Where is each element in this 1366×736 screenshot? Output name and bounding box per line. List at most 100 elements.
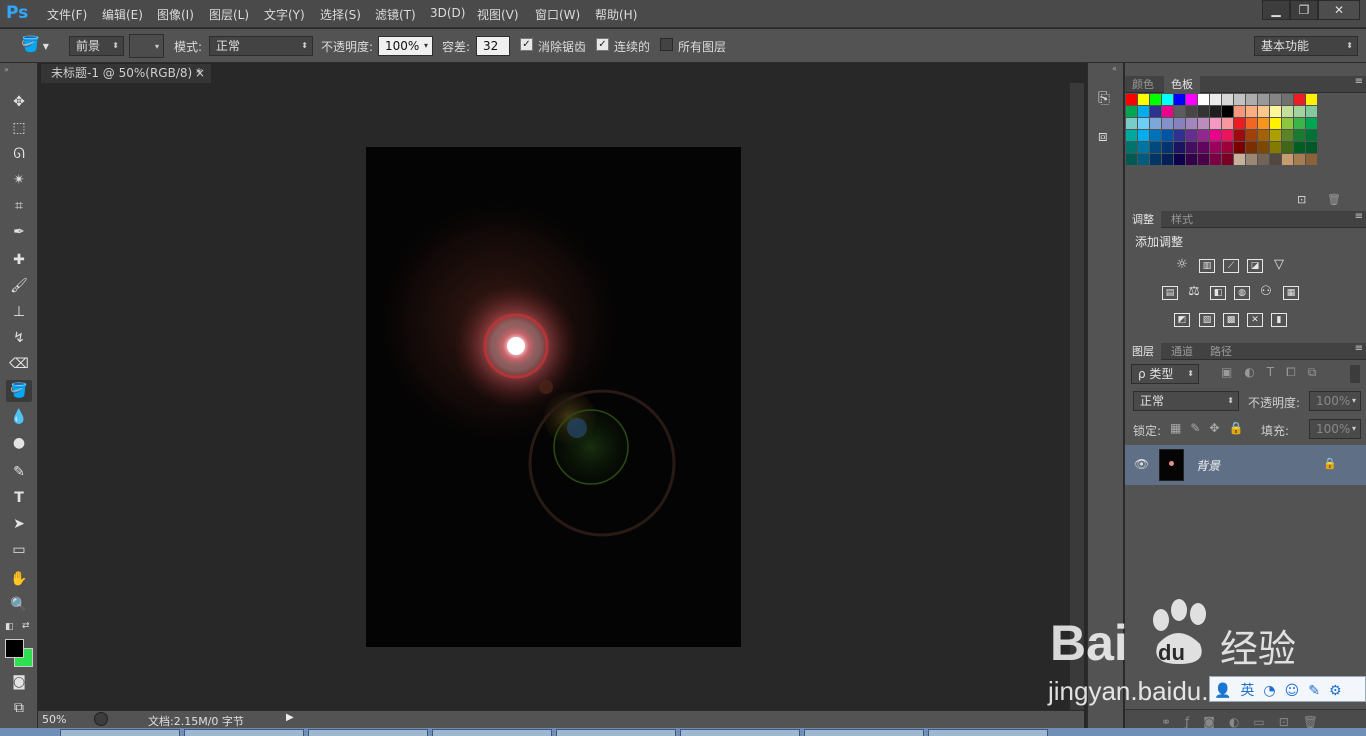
color-swatch[interactable] (1174, 142, 1185, 153)
taskbar-item[interactable] (556, 729, 676, 736)
taskbar-item[interactable] (804, 729, 924, 736)
color-swatch[interactable] (1306, 106, 1317, 117)
gradient-map-icon[interactable]: ▮ (1271, 313, 1287, 327)
posterize-icon[interactable]: ▨ (1199, 313, 1215, 327)
lasso-tool-icon[interactable]: ᘏ (6, 143, 32, 165)
color-swatch[interactable] (1210, 130, 1221, 141)
workspace-select[interactable]: 基本功能 ⬍ (1254, 36, 1358, 56)
color-swatch[interactable] (1270, 106, 1281, 117)
opacity-input[interactable]: 100% ▾ (378, 36, 433, 56)
menu-select[interactable]: 选择(S) (320, 6, 361, 23)
black-white-icon[interactable]: ◧ (1210, 286, 1226, 300)
color-swatch[interactable] (1210, 106, 1221, 117)
color-swatch[interactable] (1282, 106, 1293, 117)
color-swatch[interactable] (1162, 106, 1173, 117)
color-swatch[interactable] (1258, 142, 1269, 153)
color-swatch[interactable] (1234, 154, 1245, 165)
restore-button[interactable]: ❐ (1290, 0, 1318, 20)
color-swatch[interactable] (1162, 94, 1173, 105)
taskbar-item[interactable] (184, 729, 304, 736)
color-swatch[interactable] (1222, 106, 1233, 117)
color-swatch[interactable] (1270, 118, 1281, 129)
color-swatch[interactable] (1186, 94, 1197, 105)
filter-toggle[interactable] (1350, 365, 1360, 383)
color-swatch[interactable] (1162, 142, 1173, 153)
menu-file[interactable]: 文件(F) (47, 6, 87, 23)
ime-icons[interactable]: 👤英◔☺✎⚙ (1214, 680, 1351, 700)
zoom-tool-icon[interactable]: 🔍 (6, 594, 32, 616)
tab-swatches[interactable]: 色板 (1164, 76, 1200, 93)
color-swatch[interactable] (1294, 106, 1305, 117)
color-swatch[interactable] (1222, 154, 1233, 165)
color-swatch[interactable] (1210, 94, 1221, 105)
selective-color-icon[interactable]: ✕ (1247, 313, 1263, 327)
zoom-level[interactable]: 50% (42, 713, 66, 726)
tab-styles[interactable]: 样式 (1164, 211, 1200, 228)
vibrance-icon[interactable]: ▽ (1271, 258, 1287, 273)
rectangle-tool-icon[interactable]: ▭ (6, 539, 32, 561)
color-swatch[interactable] (1270, 130, 1281, 141)
taskbar-item[interactable] (432, 729, 552, 736)
quick-mask-icon[interactable]: ◙ (6, 671, 32, 693)
color-swatch[interactable] (1282, 118, 1293, 129)
color-swatch[interactable] (1126, 118, 1137, 129)
color-swatch[interactable] (1138, 118, 1149, 129)
color-swatch[interactable] (1234, 130, 1245, 141)
color-swatch[interactable] (1138, 154, 1149, 165)
color-swatch[interactable] (1174, 130, 1185, 141)
collapse-icon[interactable]: » (4, 65, 9, 74)
color-swatch[interactable] (1246, 118, 1257, 129)
eraser-tool-icon[interactable]: ⌫ (6, 353, 32, 375)
color-swatch[interactable] (1258, 106, 1269, 117)
color-swatch[interactable] (1186, 142, 1197, 153)
color-swatch[interactable] (1294, 118, 1305, 129)
color-swatch[interactable] (1306, 118, 1317, 129)
taskbar-item[interactable] (60, 729, 180, 736)
color-swatch[interactable] (1222, 94, 1233, 105)
color-swatch[interactable] (1162, 118, 1173, 129)
color-swatch[interactable] (1198, 106, 1209, 117)
move-tool-icon[interactable]: ✥ (6, 91, 32, 113)
color-swatch[interactable] (1126, 94, 1137, 105)
menu-filter[interactable]: 滤镜(T) (375, 6, 416, 23)
tab-adjustments[interactable]: 调整 (1125, 211, 1161, 228)
color-swatch[interactable] (1246, 106, 1257, 117)
color-lookup-icon[interactable]: ▦ (1283, 286, 1299, 300)
invert-icon[interactable]: ◩ (1174, 313, 1190, 327)
layer-opacity-input[interactable]: 100% ▾ (1309, 391, 1361, 411)
taskbar-item[interactable] (308, 729, 428, 736)
color-swatch[interactable] (1198, 130, 1209, 141)
trash-icon[interactable]: 🗑 (1327, 193, 1341, 206)
menu-window[interactable]: 窗口(W) (535, 6, 580, 23)
path-selection-tool-icon[interactable]: ➤ (6, 513, 32, 535)
layer-filter-select[interactable]: ρ 类型 ⬍ (1131, 364, 1199, 384)
swap-colors-icon[interactable]: ⇄ (22, 621, 30, 631)
tab-layers[interactable]: 图层 (1125, 343, 1161, 360)
color-swatch[interactable] (1222, 142, 1233, 153)
color-swatch[interactable] (1126, 142, 1137, 153)
threshold-icon[interactable]: ▩ (1223, 313, 1239, 327)
color-swatch[interactable] (1282, 130, 1293, 141)
color-swatch[interactable] (1282, 154, 1293, 165)
color-swatch[interactable] (1138, 106, 1149, 117)
play-arrow-icon[interactable]: ▶ (286, 712, 294, 723)
photo-filter-icon[interactable]: ◍ (1234, 286, 1250, 300)
history-brush-tool-icon[interactable]: ↯ (6, 327, 32, 349)
color-swatch[interactable] (1126, 130, 1137, 141)
curves-icon[interactable]: ⟋ (1223, 259, 1239, 273)
color-swatch[interactable] (1198, 154, 1209, 165)
color-swatch[interactable] (1306, 94, 1317, 105)
close-button[interactable]: ✕ (1318, 0, 1360, 20)
color-swatch[interactable] (1210, 154, 1221, 165)
blur-tool-icon[interactable]: 💧 (6, 406, 32, 428)
brush-tool-icon[interactable]: 🖌 (6, 275, 32, 297)
taskbar-item[interactable] (928, 729, 1048, 736)
levels-icon[interactable]: ▥ (1199, 259, 1215, 273)
color-swatch[interactable] (1162, 154, 1173, 165)
status-icon[interactable] (94, 712, 108, 726)
color-swatch[interactable] (1270, 154, 1281, 165)
minimize-button[interactable]: ▁ (1262, 0, 1290, 20)
layer-fill-input[interactable]: 100% ▾ (1309, 419, 1361, 439)
color-swatch[interactable] (1150, 106, 1161, 117)
color-swatch[interactable] (1270, 142, 1281, 153)
